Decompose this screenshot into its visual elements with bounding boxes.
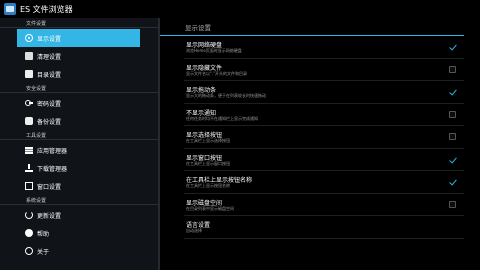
setting-checkbox[interactable] (449, 110, 456, 118)
sidebar-item-password[interactable]: 密码设置 (17, 94, 140, 112)
section-header-system: 系统设置 (0, 195, 158, 205)
setting-checkbox[interactable] (449, 88, 456, 95)
setting-description: 显示文件名以"."开头的文件和目录 (186, 70, 247, 76)
sidebar-item-help[interactable]: 帮助 (17, 224, 140, 242)
sidebar-item-label: 窗口设置 (37, 183, 62, 191)
setting-language[interactable]: 语言设置 自动选择 (184, 216, 464, 239)
sidebar-item-update[interactable]: 更新设置 (17, 206, 140, 224)
setting-show-window-button[interactable]: 显示窗口按钮 在工具栏上显示窗口按钮 (184, 149, 464, 171)
title-bar: ES 文件浏览器 (0, 0, 480, 18)
key-icon (25, 99, 33, 107)
setting-checkbox[interactable] (449, 43, 456, 50)
sidebar-item-label: 目录设置 (37, 71, 62, 79)
setting-checkbox[interactable] (449, 133, 456, 140)
app-title: ES 文件浏览器 (20, 4, 73, 14)
setting-description: 在工具栏上显示按钮名称 (186, 183, 230, 188)
sidebar-item-label: 清理设置 (37, 53, 62, 61)
sidebar-item-backup[interactable]: 备份设置 (17, 112, 140, 130)
app-manager-icon (25, 146, 33, 154)
sidebar-item-directory[interactable]: 目录设置 (17, 65, 140, 83)
setting-checkbox[interactable] (449, 65, 456, 73)
sidebar-item-about[interactable]: 关于 (17, 242, 140, 260)
content-title: 显示设置 (160, 18, 464, 36)
setting-checkbox[interactable] (449, 178, 456, 185)
sidebar-item-app-manager[interactable]: 应用管理器 (17, 141, 140, 159)
sidebar-item-label: 显示设置 (37, 35, 62, 43)
about-icon (25, 247, 33, 255)
setting-description: 任何任务时均不在通知栏上显示完成通知 (186, 115, 258, 121)
sidebar-item-download-manager[interactable]: 下载管理器 (17, 159, 140, 177)
sidebar-item-label: 下载管理器 (37, 165, 68, 173)
setting-show-select-button[interactable]: 显示选择按钮 在工具栏上显示选择按钮 (184, 126, 464, 149)
window-icon (25, 182, 33, 190)
sidebar-item-display[interactable]: 显示设置 (17, 29, 140, 47)
setting-description: 自动选择 (186, 228, 202, 233)
setting-show-hidden-files[interactable]: 显示隐藏文件 显示文件名以"."开头的文件和目录 (184, 59, 464, 81)
setting-show-button-names[interactable]: 在工具栏上显示按钮名称 在工具栏上显示按钮名称 (184, 171, 464, 194)
setting-show-scrollbar[interactable]: 显示拖动条 显示大的拖动条，便于在列表较长时快速拖动 (184, 81, 464, 104)
setting-show-disk-space[interactable]: 显示磁盘空间 在目录列表中显示磁盘空间 (184, 194, 464, 216)
section-header-security: 安全设置 (0, 83, 158, 93)
backup-icon (25, 117, 33, 125)
section-header-tools: 工具设置 (0, 130, 158, 140)
settings-content: 显示设置 显示网络硬盘 浏览Home页面时显示网络硬盘 显示隐藏文件 显示文件名… (160, 18, 480, 270)
update-icon (25, 211, 33, 219)
setting-show-network-disk[interactable]: 显示网络硬盘 浏览Home页面时显示网络硬盘 (184, 36, 464, 59)
setting-description: 在工具栏上显示窗口按钮 (186, 160, 230, 166)
help-icon (25, 229, 33, 237)
setting-description: 显示大的拖动条，便于在列表较长时快速拖动 (186, 93, 266, 98)
download-icon (25, 164, 33, 172)
section-header-file: 文件设置 (0, 18, 158, 28)
settings-sidebar: 文件设置 显示设置 清理设置 目录设置 安全设置 密码设置 备份设置 工具设置 … (0, 18, 158, 270)
sidebar-item-label: 应用管理器 (37, 147, 68, 155)
sidebar-item-label: 更新设置 (37, 212, 62, 220)
setting-checkbox[interactable] (449, 156, 456, 163)
setting-checkbox[interactable] (449, 200, 456, 208)
sidebar-item-label: 备份设置 (37, 118, 62, 126)
clean-icon (25, 52, 33, 60)
app-logo-icon (4, 3, 16, 15)
sidebar-item-label: 密码设置 (37, 100, 62, 108)
setting-description: 浏览Home页面时显示网络硬盘 (186, 48, 242, 53)
setting-description: 在目录列表中显示磁盘空间 (186, 205, 234, 211)
setting-description: 在工具栏上显示选择按钮 (186, 138, 230, 143)
sidebar-item-label: 关于 (37, 248, 50, 256)
sidebar-item-label: 帮助 (37, 230, 50, 238)
directory-icon (25, 70, 33, 78)
setting-no-notification[interactable]: 不显示通知 任何任务时均不在通知栏上显示完成通知 (184, 104, 464, 126)
sidebar-item-window[interactable]: 窗口设置 (17, 177, 140, 195)
sidebar-item-clean[interactable]: 清理设置 (17, 47, 140, 65)
display-settings-icon (25, 34, 33, 42)
